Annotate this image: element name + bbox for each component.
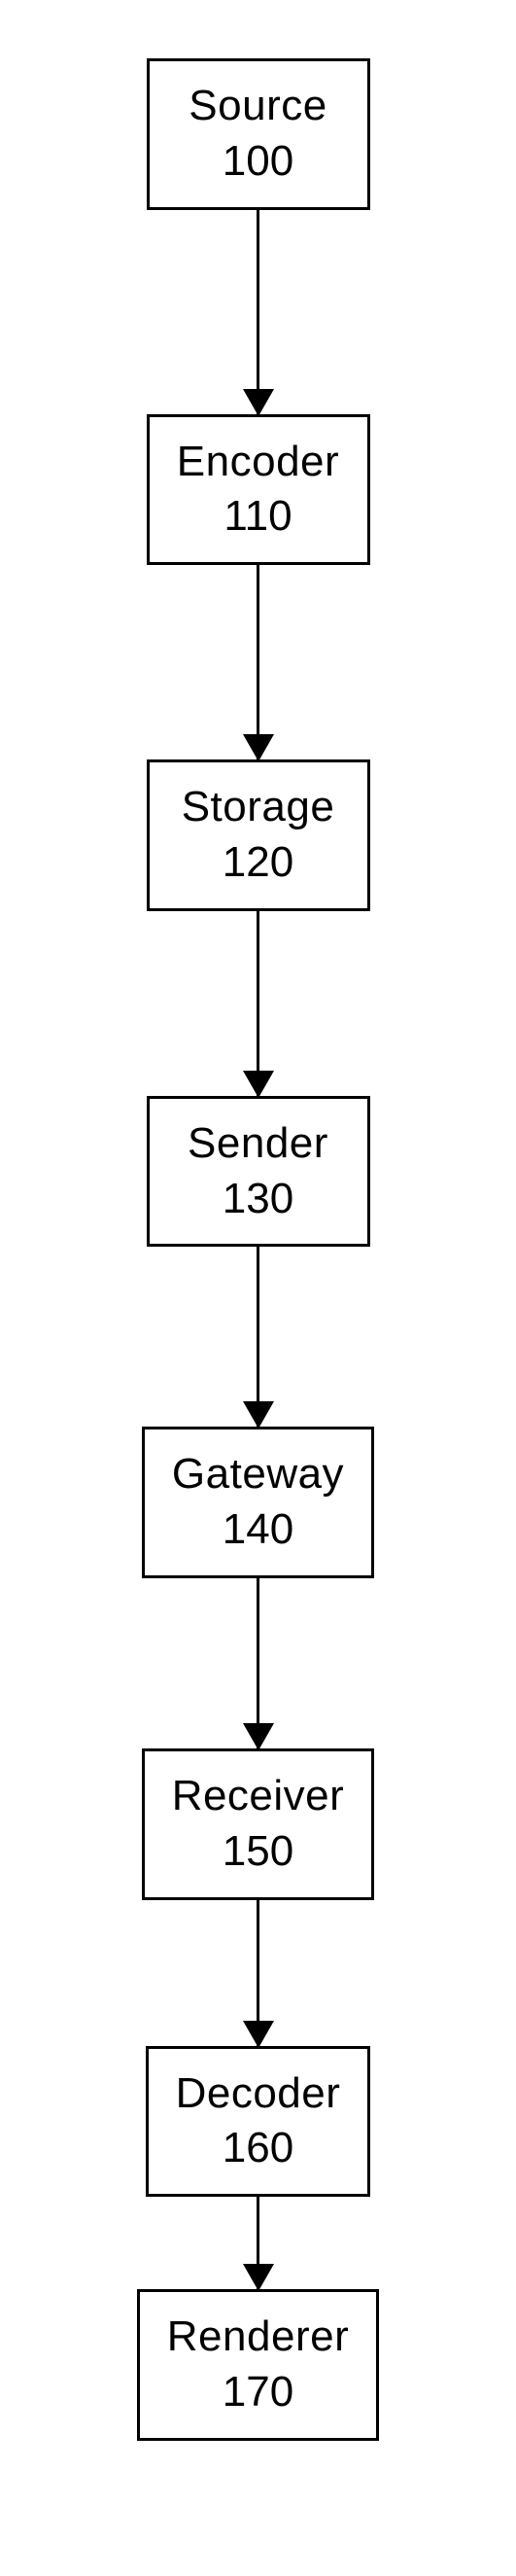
node-renderer-label: Renderer [167,2311,349,2363]
node-storage: Storage 120 [147,759,370,911]
flow-diagram: Source 100 Encoder 110 Storage 120 Sende… [0,0,516,2576]
node-gateway-number: 140 [172,1504,344,1556]
node-receiver-number: 150 [172,1826,345,1878]
node-sender-number: 130 [177,1174,340,1225]
node-decoder: Decoder 160 [146,2046,371,2198]
node-source-number: 100 [177,136,340,188]
arrow-storage-sender [257,911,259,1096]
node-encoder-number: 110 [177,491,340,543]
arrow-receiver-decoder [257,1900,259,2046]
arrow-gateway-receiver [257,1578,259,1748]
node-source-label: Source [177,81,340,132]
node-receiver: Receiver 150 [142,1748,375,1900]
arrow-source-encoder [257,210,259,414]
node-receiver-label: Receiver [172,1771,345,1822]
arrow-decoder-renderer [257,2197,259,2289]
node-renderer-number: 170 [167,2367,349,2418]
node-decoder-number: 160 [176,2123,341,2174]
node-decoder-label: Decoder [176,2068,341,2120]
node-gateway: Gateway 140 [142,1427,374,1578]
node-encoder: Encoder 110 [147,414,370,566]
node-sender: Sender 130 [147,1096,370,1248]
arrow-encoder-storage [257,565,259,759]
node-renderer: Renderer 170 [137,2289,379,2441]
node-sender-label: Sender [177,1118,340,1170]
node-gateway-label: Gateway [172,1449,344,1500]
node-storage-label: Storage [177,782,340,833]
arrow-sender-gateway [257,1247,259,1427]
node-source: Source 100 [147,58,370,210]
node-storage-number: 120 [177,837,340,889]
node-encoder-label: Encoder [177,437,340,488]
